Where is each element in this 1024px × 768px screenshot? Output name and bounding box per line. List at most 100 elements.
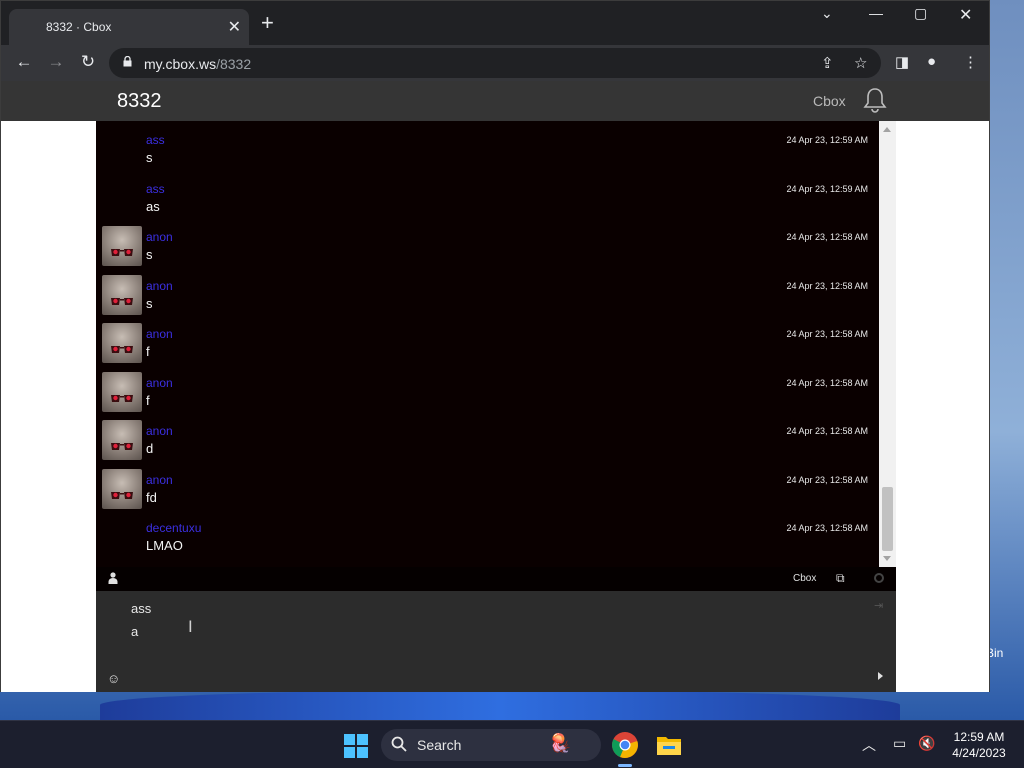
message-text: s bbox=[146, 150, 153, 165]
message-timestamp: 24 Apr 23, 12:59 AM bbox=[786, 135, 868, 145]
avatar[interactable] bbox=[102, 469, 142, 509]
status-ring-icon bbox=[874, 573, 884, 583]
message-text: s bbox=[146, 247, 153, 262]
browser-toolbar: ← → ↻ my.cbox.ws/8332 ⇪ ☆ ◨ ● ⋮ bbox=[1, 45, 989, 81]
message-timestamp: 24 Apr 23, 12:58 AM bbox=[786, 426, 868, 436]
message-username[interactable]: ass bbox=[146, 133, 165, 147]
wallpaper-wave bbox=[100, 690, 900, 720]
chat-footer-bar: Cbox ⧉ bbox=[96, 567, 896, 591]
message-text: as bbox=[146, 199, 160, 214]
message-text: f bbox=[146, 393, 150, 408]
chat-message: anon s 24 Apr 23, 12:58 AM bbox=[96, 224, 879, 272]
scrollbar[interactable] bbox=[879, 121, 896, 567]
back-button[interactable]: ← bbox=[13, 52, 35, 72]
emoji-icon[interactable]: ☺ bbox=[107, 671, 120, 686]
message-timestamp: 24 Apr 23, 12:58 AM bbox=[786, 523, 868, 533]
taskbar-clock[interactable]: 12:59 AM 4/24/2023 bbox=[942, 729, 1016, 761]
windows-start-icon[interactable] bbox=[344, 734, 368, 758]
new-tab-button[interactable]: + bbox=[261, 12, 274, 34]
avatar[interactable] bbox=[102, 275, 142, 315]
network-icon[interactable]: ▭ bbox=[893, 735, 906, 752]
clock-time: 12:59 AM bbox=[953, 730, 1005, 744]
message-text: d bbox=[146, 441, 154, 456]
message-timestamp: 24 Apr 23, 12:59 AM bbox=[786, 184, 868, 194]
message-input[interactable] bbox=[131, 624, 831, 639]
tab-active[interactable]: 8332 · Cbox ✕ bbox=[9, 9, 249, 45]
chat-message: anon f 24 Apr 23, 12:58 AM bbox=[96, 321, 879, 369]
share-icon[interactable]: ⇪ bbox=[821, 54, 834, 72]
avatar[interactable] bbox=[102, 420, 142, 460]
message-text: f bbox=[146, 344, 150, 359]
tab-close-icon[interactable]: ✕ bbox=[228, 17, 241, 37]
cbox-brand-link[interactable]: Cbox bbox=[793, 573, 816, 584]
chat-message: anon d 24 Apr 23, 12:58 AM bbox=[96, 418, 879, 466]
user-icon[interactable] bbox=[108, 572, 118, 584]
message-username[interactable]: decentuxu bbox=[146, 521, 201, 535]
file-explorer-icon[interactable] bbox=[655, 731, 683, 759]
active-app-indicator bbox=[618, 764, 632, 767]
message-username[interactable]: ass bbox=[146, 182, 165, 196]
web-page: 8332 Cbox ass s 24 Apr 23, 12:59 AM ass as 24… bbox=[1, 81, 989, 692]
message-text: LMAO bbox=[146, 538, 183, 553]
volume-muted-icon[interactable]: 🔇 bbox=[918, 735, 935, 752]
message-username[interactable]: anon bbox=[146, 376, 173, 390]
site-header: 8332 Cbox bbox=[1, 81, 989, 121]
chat-message: anon s 24 Apr 23, 12:58 AM bbox=[96, 273, 879, 321]
search-label: Search bbox=[417, 737, 462, 753]
tab-strip: 8332 · Cbox ✕ + ⌄ — ▢ ✕ bbox=[1, 1, 989, 45]
show-hidden-icons-chevron-icon[interactable]: ︿ bbox=[862, 735, 876, 755]
chrome-icon[interactable] bbox=[611, 731, 639, 759]
chat-message: anon f 24 Apr 23, 12:58 AM bbox=[96, 370, 879, 418]
site-brand-link[interactable]: Cbox bbox=[813, 93, 846, 109]
browser-window: 8332 · Cbox ✕ + ⌄ — ▢ ✕ ← → ↻ my.cbox.ws… bbox=[0, 0, 990, 692]
send-arrow-icon[interactable] bbox=[878, 672, 883, 680]
message-username[interactable]: anon bbox=[146, 473, 173, 487]
chat-message: ass s 24 Apr 23, 12:59 AM bbox=[96, 127, 879, 175]
message-text: fd bbox=[146, 490, 157, 505]
scrollbar-thumb[interactable] bbox=[882, 487, 893, 551]
tab-title: 8332 · Cbox bbox=[46, 20, 112, 34]
bell-icon[interactable] bbox=[863, 87, 887, 113]
message-text: s bbox=[146, 296, 153, 311]
maximize-button[interactable]: ▢ bbox=[914, 5, 927, 22]
menu-kebab-icon[interactable]: ⋮ bbox=[963, 53, 978, 71]
search-highlight-icon: 🪼 bbox=[549, 733, 572, 753]
clock-date: 4/24/2023 bbox=[952, 746, 1006, 760]
scroll-up-arrow-icon[interactable] bbox=[883, 127, 891, 132]
message-timestamp: 24 Apr 23, 12:58 AM bbox=[786, 378, 868, 388]
scroll-down-arrow-icon[interactable] bbox=[883, 556, 891, 561]
message-timestamp: 24 Apr 23, 12:58 AM bbox=[786, 232, 868, 242]
name-field[interactable]: ass bbox=[131, 601, 151, 616]
message-composer: ass I ⇥ ☺ bbox=[96, 591, 896, 692]
page-title: 8332 bbox=[117, 90, 162, 112]
message-timestamp: 24 Apr 23, 12:58 AM bbox=[786, 475, 868, 485]
chat-message: decentuxu LMAO 24 Apr 23, 12:58 AM bbox=[96, 515, 879, 563]
login-icon[interactable]: ⇥ bbox=[874, 599, 883, 612]
close-window-button[interactable]: ✕ bbox=[959, 5, 972, 25]
reload-button[interactable]: ↻ bbox=[77, 52, 99, 72]
popout-icon[interactable]: ⧉ bbox=[836, 571, 845, 586]
side-panel-icon[interactable]: ◨ bbox=[895, 53, 909, 71]
profile-icon[interactable]: ● bbox=[927, 53, 936, 70]
message-username[interactable]: anon bbox=[146, 279, 173, 293]
forward-button[interactable]: → bbox=[45, 52, 67, 72]
tab-search-chevron-icon[interactable]: ⌄ bbox=[821, 5, 833, 22]
taskbar: Search 🪼 ︿ ▭ 🔇 12:59 AM 4/24/2023 bbox=[0, 720, 1024, 768]
chat-message: ass as 24 Apr 23, 12:59 AM bbox=[96, 176, 879, 224]
bookmark-star-icon[interactable]: ☆ bbox=[854, 54, 867, 72]
avatar[interactable] bbox=[102, 323, 142, 363]
minimize-button[interactable]: — bbox=[869, 5, 883, 21]
address-bar[interactable]: my.cbox.ws/8332 ⇪ ☆ bbox=[109, 48, 881, 78]
message-list[interactable]: ass s 24 Apr 23, 12:59 AM ass as 24 Apr 23, 1… bbox=[96, 121, 879, 567]
message-username[interactable]: anon bbox=[146, 327, 173, 341]
chat-message: anon fd 24 Apr 23, 12:58 AM bbox=[96, 467, 879, 515]
avatar[interactable] bbox=[102, 372, 142, 412]
taskbar-search[interactable]: Search 🪼 bbox=[381, 729, 601, 761]
url-text: my.cbox.ws/8332 bbox=[144, 56, 252, 72]
message-username[interactable]: anon bbox=[146, 230, 173, 244]
avatar[interactable] bbox=[102, 226, 142, 266]
search-icon bbox=[391, 736, 407, 752]
cbox-chat: ass s 24 Apr 23, 12:59 AM ass as 24 Apr 23, 1… bbox=[96, 121, 896, 692]
message-username[interactable]: anon bbox=[146, 424, 173, 438]
message-timestamp: 24 Apr 23, 12:58 AM bbox=[786, 329, 868, 339]
